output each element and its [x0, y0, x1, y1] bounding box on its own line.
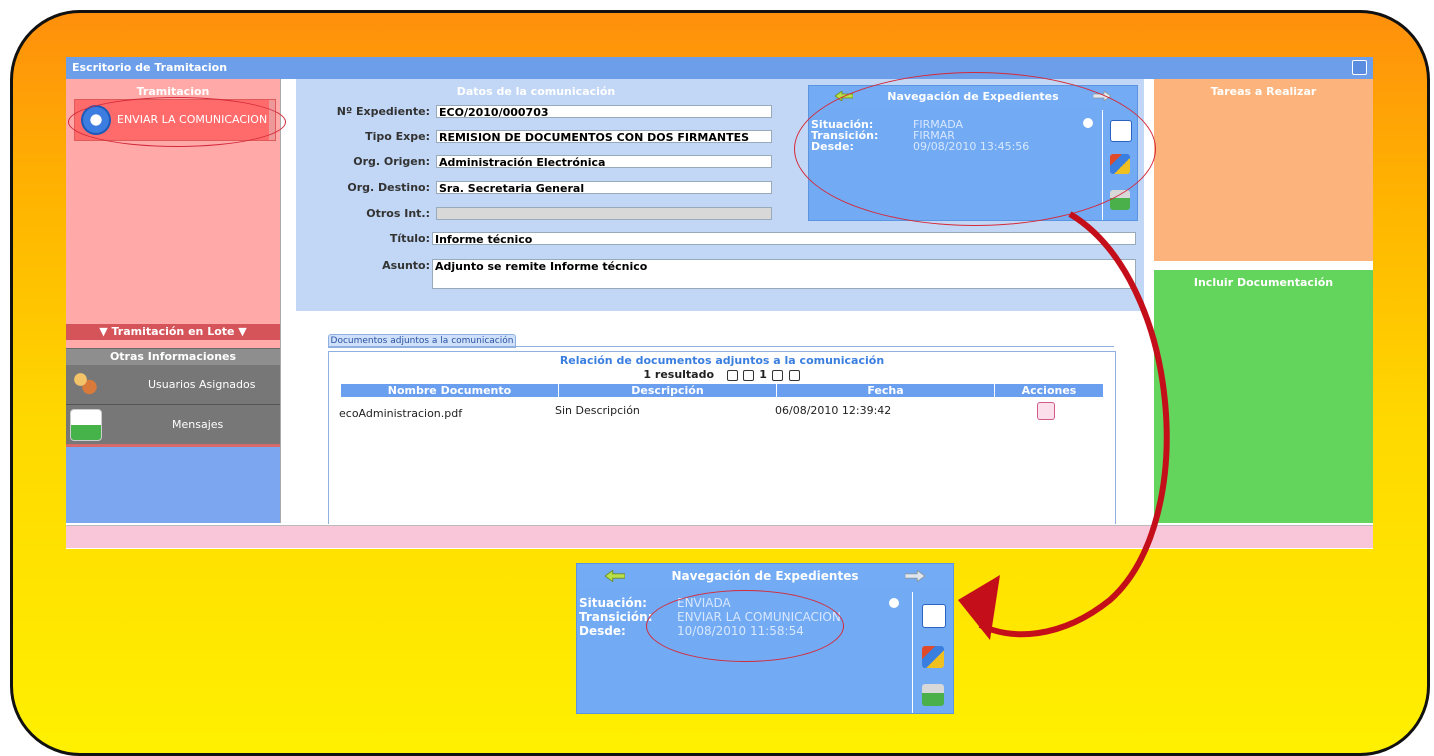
annotation-arrow	[958, 211, 1170, 640]
